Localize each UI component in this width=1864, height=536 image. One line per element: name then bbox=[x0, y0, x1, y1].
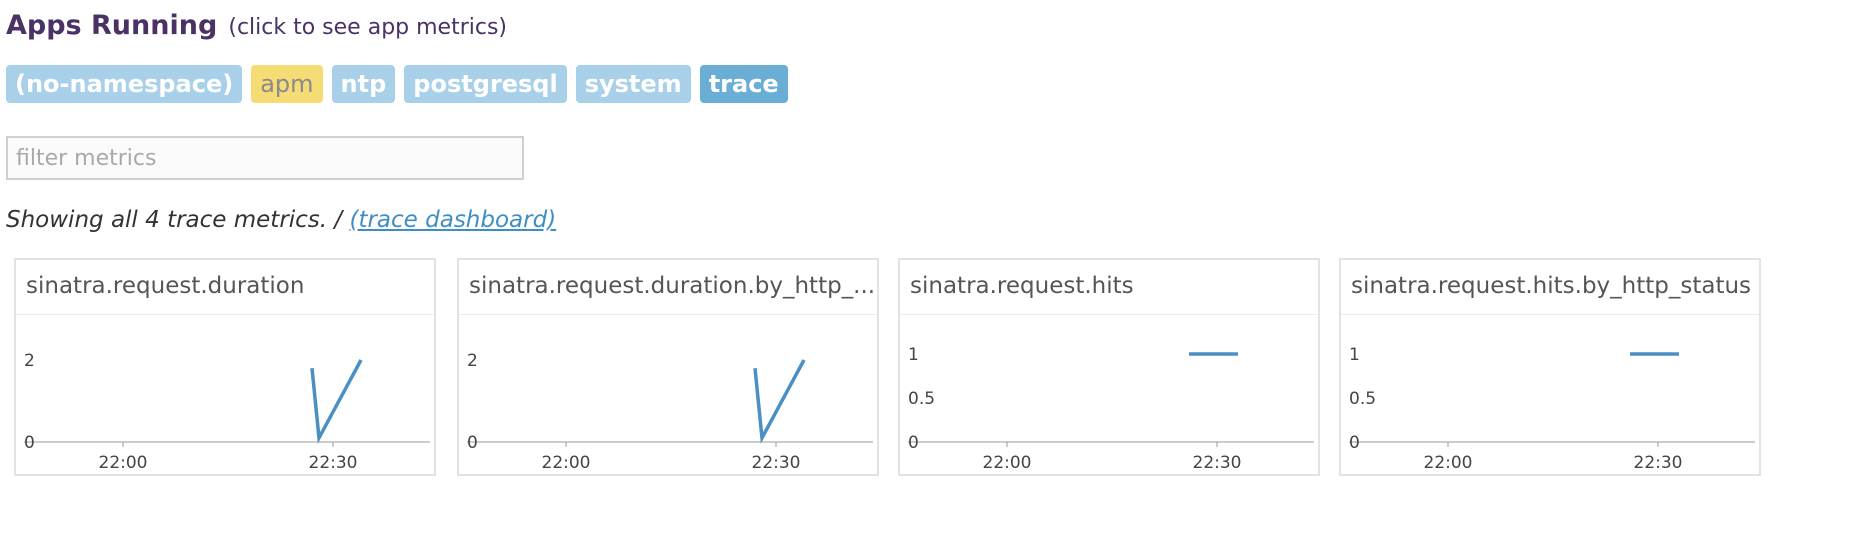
y-tick-label: 1 bbox=[908, 345, 919, 365]
x-tick-label: 22:00 bbox=[99, 453, 148, 473]
namespace-tag-list: (no-namespace) apm ntp postgresql system… bbox=[6, 65, 788, 103]
series-line bbox=[310, 359, 363, 444]
metric-card[interactable]: sinatra.request.hits 0 0.5 1 22:00 22:30 bbox=[898, 258, 1320, 476]
x-tick-label: 22:00 bbox=[1424, 453, 1473, 473]
metric-chart: 0 0.5 1 22:00 22:30 bbox=[908, 345, 1314, 473]
x-tick-label: 22:00 bbox=[983, 453, 1032, 473]
tag-ntp[interactable]: ntp bbox=[331, 65, 396, 103]
x-tick-label: 22:30 bbox=[1193, 453, 1242, 473]
y-tick-label: 1 bbox=[1349, 345, 1360, 365]
apps-heading: Apps Running (click to see app metrics) bbox=[6, 10, 507, 41]
trace-dashboard-link[interactable]: (trace dashboard) bbox=[349, 207, 556, 233]
metric-card-title[interactable]: sinatra.request.hits.by_http_status bbox=[1341, 260, 1759, 315]
x-tick-label: 22:00 bbox=[542, 453, 591, 473]
tag-postgresql[interactable]: postgresql bbox=[404, 65, 567, 103]
x-tick-label: 22:30 bbox=[752, 453, 801, 473]
tag-no-namespace[interactable]: (no-namespace) bbox=[6, 65, 243, 103]
metric-card-title[interactable]: sinatra.request.hits bbox=[900, 260, 1318, 315]
page-subtitle: (click to see app metrics) bbox=[228, 15, 508, 40]
metrics-summary: Showing all 4 trace metrics. / (trace da… bbox=[6, 207, 556, 233]
metrics-summary-text: Showing all 4 trace metrics. / bbox=[6, 207, 350, 233]
y-tick-label: 2 bbox=[24, 351, 35, 371]
page-title: Apps Running bbox=[6, 10, 218, 41]
tag-system[interactable]: system bbox=[575, 65, 691, 103]
y-tick-label: 0 bbox=[1349, 433, 1360, 453]
metric-card[interactable]: sinatra.request.duration.by_http_... 022… bbox=[457, 258, 879, 476]
metric-card[interactable]: sinatra.request.hits.by_http_status 0 0.5… bbox=[1339, 258, 1761, 476]
apps-running-panel: Apps Running (click to see app metrics) … bbox=[0, 0, 1864, 536]
y-tick-label: 0.5 bbox=[1349, 389, 1376, 409]
y-tick-label: 0 bbox=[24, 433, 35, 453]
metric-card-title[interactable]: sinatra.request.duration bbox=[16, 260, 434, 315]
x-tick-label: 22:30 bbox=[1634, 453, 1683, 473]
series-line bbox=[753, 359, 806, 444]
metric-card[interactable]: sinatra.request.duration 0 2 22:00 22:30 bbox=[14, 258, 436, 476]
x-tick-label: 22:30 bbox=[309, 453, 358, 473]
metric-chart: 0 0.5 1 22:00 22:30 bbox=[1349, 345, 1755, 473]
tag-apm[interactable]: apm bbox=[251, 65, 323, 103]
y-tick-label: 0.5 bbox=[908, 389, 935, 409]
metric-chart: 0 2 22:00 22:30 bbox=[467, 351, 873, 473]
metric-chart: 0 2 22:00 22:30 bbox=[24, 351, 430, 473]
filter-metrics-input[interactable] bbox=[6, 136, 524, 180]
y-tick-label: 2 bbox=[467, 351, 478, 371]
y-tick-label: 0 bbox=[467, 433, 478, 453]
y-tick-label: 0 bbox=[908, 433, 919, 453]
metric-card-title[interactable]: sinatra.request.duration.by_http_... bbox=[459, 260, 877, 315]
tag-trace[interactable]: trace bbox=[699, 65, 788, 103]
